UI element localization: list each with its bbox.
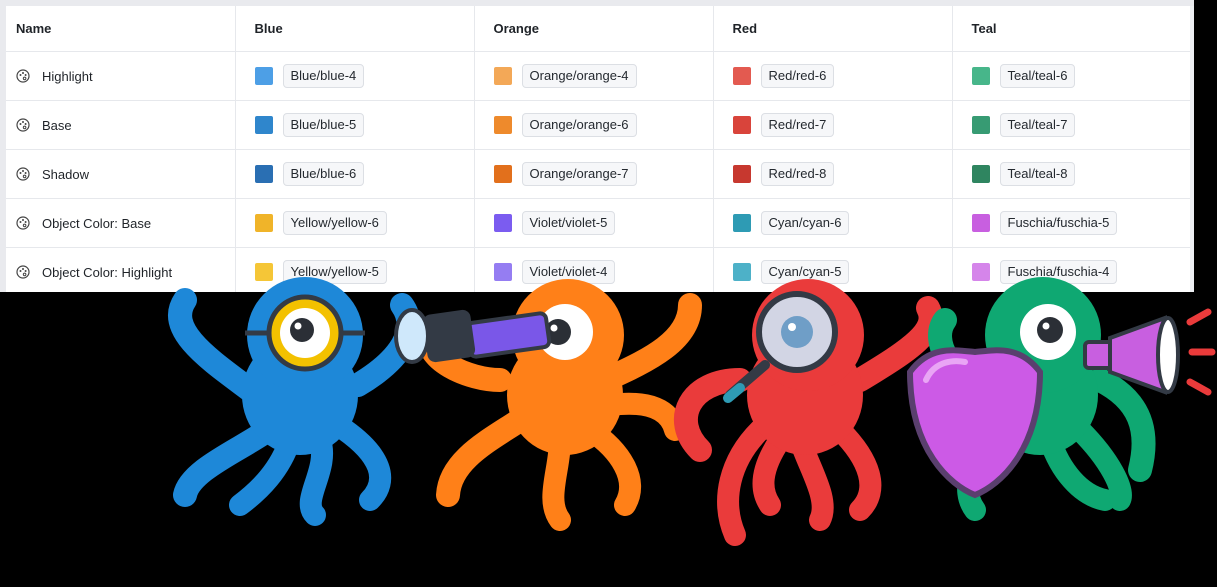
blue-octopus-goggles [168, 277, 421, 526]
green-octopus-megaphone [906, 277, 1216, 521]
orange-octopus-telescope [394, 279, 702, 531]
shield [906, 347, 1044, 499]
mascot-illustration [168, 277, 1216, 546]
red-octopus-magnifier [673, 279, 943, 546]
